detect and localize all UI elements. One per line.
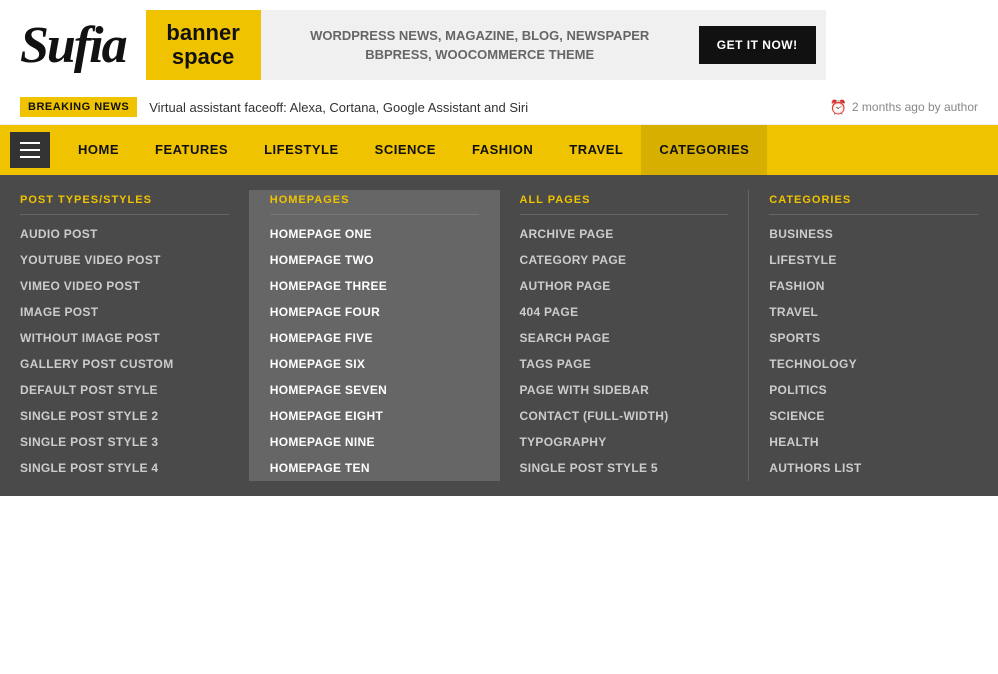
- list-item[interactable]: CONTACT (FULL-WIDTH): [520, 403, 729, 429]
- nav-items: HOME FEATURES LIFESTYLE SCIENCE FASHION …: [60, 125, 767, 175]
- banner-yellow-box: banner space: [146, 10, 261, 80]
- banner-space: banner space WORDPRESS NEWS, MAGAZINE, B…: [146, 10, 826, 80]
- banner-text: WORDPRESS NEWS, MAGAZINE, BLOG, NEWSPAPE…: [261, 26, 699, 65]
- list-item[interactable]: HEALTH: [769, 429, 978, 455]
- mega-menu: POST TYPES/STYLES AUDIO POST YOUTUBE VID…: [0, 175, 998, 496]
- list-item[interactable]: LIFESTYLE: [769, 247, 978, 273]
- list-item[interactable]: HOMEPAGE SIX: [270, 351, 479, 377]
- list-item[interactable]: HOMEPAGE TEN: [270, 455, 479, 481]
- list-item[interactable]: 404 PAGE: [520, 299, 729, 325]
- mega-col-all-pages: ALL PAGES ARCHIVE PAGE CATEGORY PAGE AUT…: [500, 190, 750, 481]
- list-item[interactable]: IMAGE POST: [20, 299, 229, 325]
- list-item[interactable]: GALLERY POST CUSTOM: [20, 351, 229, 377]
- mega-col-homepages: HOMEPAGES HOMEPAGE ONE HOMEPAGE TWO HOME…: [250, 190, 500, 481]
- mega-col-post-types-header: POST TYPES/STYLES: [20, 190, 229, 215]
- list-item[interactable]: CATEGORY PAGE: [520, 247, 729, 273]
- list-item[interactable]: SINGLE POST STYLE 4: [20, 455, 229, 481]
- nav-item-science[interactable]: SCIENCE: [357, 125, 454, 175]
- breaking-news-time: 2 months ago by author: [852, 100, 978, 114]
- nav-item-lifestyle[interactable]: LIFESTYLE: [246, 125, 357, 175]
- nav-item-features[interactable]: FEATURES: [137, 125, 246, 175]
- list-item[interactable]: TYPOGRAPHY: [520, 429, 729, 455]
- nav-wrapper: HOME FEATURES LIFESTYLE SCIENCE FASHION …: [0, 125, 998, 175]
- hamburger-line-3: [20, 156, 40, 158]
- list-item[interactable]: POLITICS: [769, 377, 978, 403]
- logo[interactable]: Sufia: [20, 16, 126, 75]
- hamburger-line-1: [20, 142, 40, 144]
- list-item[interactable]: SINGLE POST STYLE 3: [20, 429, 229, 455]
- breaking-news-bar: BREAKING NEWS Virtual assistant faceoff:…: [0, 90, 998, 125]
- header: Sufia banner space WORDPRESS NEWS, MAGAZ…: [0, 0, 998, 90]
- list-item[interactable]: SINGLE POST STYLE 2: [20, 403, 229, 429]
- list-item[interactable]: HOMEPAGE FOUR: [270, 299, 479, 325]
- banner-label-line2: space: [172, 45, 234, 69]
- list-item[interactable]: AUDIO POST: [20, 221, 229, 247]
- list-item[interactable]: YOUTUBE VIDEO POST: [20, 247, 229, 273]
- list-item[interactable]: SPORTS: [769, 325, 978, 351]
- banner-label-line1: banner: [166, 21, 239, 45]
- list-item[interactable]: SCIENCE: [769, 403, 978, 429]
- clock-icon: ⏰: [829, 99, 846, 116]
- mega-col-all-pages-header: ALL PAGES: [520, 190, 729, 215]
- list-item[interactable]: ARCHIVE PAGE: [520, 221, 729, 247]
- nav-item-travel[interactable]: TRAVEL: [551, 125, 641, 175]
- mega-col-homepages-header: HOMEPAGES: [270, 190, 479, 215]
- hamburger-button[interactable]: [10, 132, 50, 168]
- main-nav: HOME FEATURES LIFESTYLE SCIENCE FASHION …: [0, 125, 998, 175]
- list-item[interactable]: DEFAULT POST STYLE: [20, 377, 229, 403]
- mega-col-post-types: POST TYPES/STYLES AUDIO POST YOUTUBE VID…: [0, 190, 250, 481]
- nav-item-categories[interactable]: CATEGORIES: [641, 125, 767, 175]
- hamburger-line-2: [20, 149, 40, 151]
- list-item[interactable]: HOMEPAGE THREE: [270, 273, 479, 299]
- breaking-news-text: Virtual assistant faceoff: Alexa, Cortan…: [149, 100, 829, 115]
- list-item[interactable]: HOMEPAGE SEVEN: [270, 377, 479, 403]
- list-item[interactable]: WITHOUT IMAGE POST: [20, 325, 229, 351]
- list-item[interactable]: PAGE WITH SIDEBAR: [520, 377, 729, 403]
- list-item[interactable]: SINGLE POST STYLE 5: [520, 455, 729, 481]
- list-item[interactable]: HOMEPAGE EIGHT: [270, 403, 479, 429]
- breaking-news-label: BREAKING NEWS: [20, 97, 137, 117]
- list-item[interactable]: HOMEPAGE NINE: [270, 429, 479, 455]
- list-item[interactable]: HOMEPAGE ONE: [270, 221, 479, 247]
- list-item[interactable]: FASHION: [769, 273, 978, 299]
- list-item[interactable]: BUSINESS: [769, 221, 978, 247]
- list-item[interactable]: HOMEPAGE FIVE: [270, 325, 479, 351]
- list-item[interactable]: TRAVEL: [769, 299, 978, 325]
- list-item[interactable]: SEARCH PAGE: [520, 325, 729, 351]
- list-item[interactable]: TECHNOLOGY: [769, 351, 978, 377]
- mega-col-categories-header: CATEGORIES: [769, 190, 978, 215]
- list-item[interactable]: TAGS PAGE: [520, 351, 729, 377]
- list-item[interactable]: AUTHOR PAGE: [520, 273, 729, 299]
- get-it-now-button[interactable]: GET IT NOW!: [699, 26, 816, 64]
- list-item[interactable]: HOMEPAGE TWO: [270, 247, 479, 273]
- mega-col-categories: CATEGORIES BUSINESS LIFESTYLE FASHION TR…: [749, 190, 998, 481]
- list-item[interactable]: VIMEO VIDEO POST: [20, 273, 229, 299]
- list-item[interactable]: AUTHORS LIST: [769, 455, 978, 481]
- nav-item-home[interactable]: HOME: [60, 125, 137, 175]
- nav-item-fashion[interactable]: FASHION: [454, 125, 551, 175]
